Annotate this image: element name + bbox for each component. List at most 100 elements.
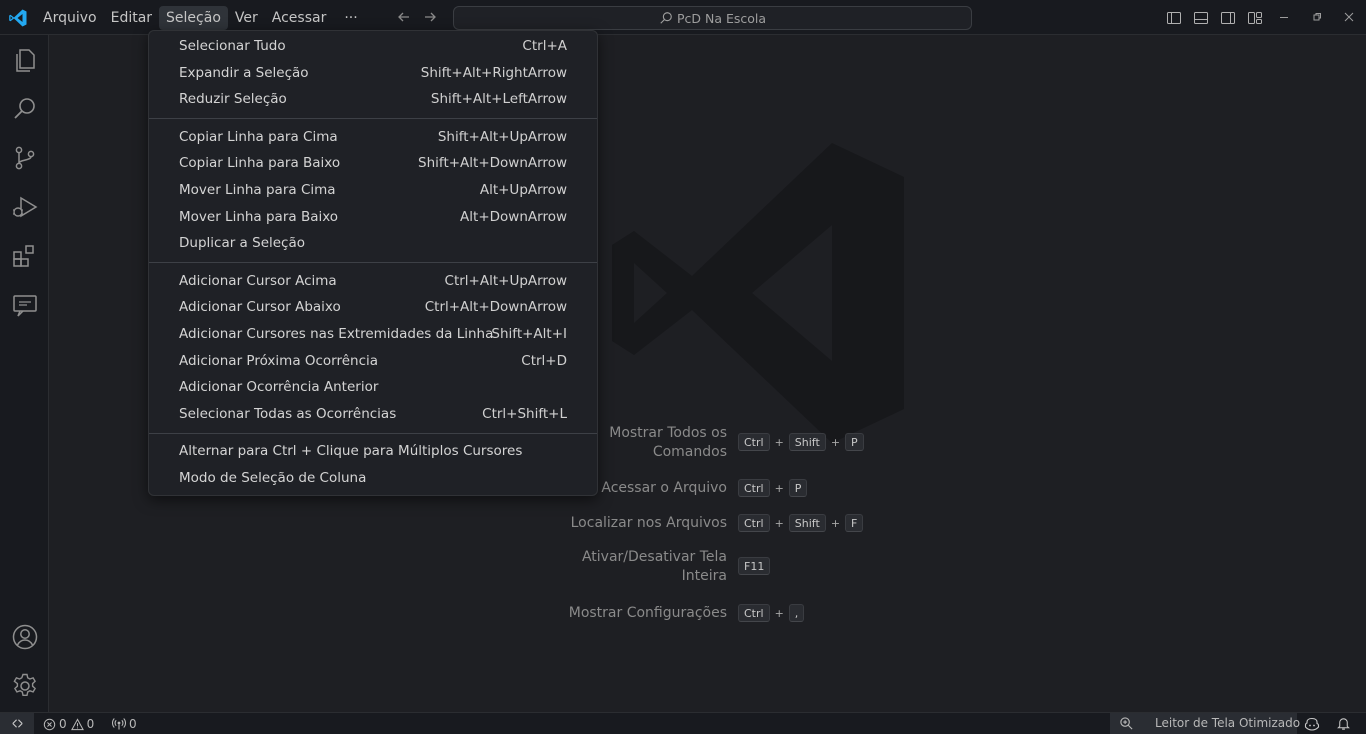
search-icon bbox=[660, 12, 672, 24]
menu-item-shortcut: Ctrl+A bbox=[522, 38, 567, 54]
toggle-panel-icon[interactable] bbox=[1193, 10, 1209, 26]
keyboard-key: F bbox=[845, 514, 864, 532]
key-separator: + bbox=[830, 516, 841, 530]
menu-view[interactable]: Ver bbox=[228, 6, 265, 30]
keyboard-key: , bbox=[788, 604, 805, 622]
menu-item[interactable]: Copiar Linha para Baixo Shift+Alt+DownArr… bbox=[149, 151, 597, 177]
menu-item-label: Duplicar a Seleção bbox=[179, 235, 306, 252]
minimize-icon[interactable] bbox=[1276, 9, 1292, 25]
toggle-primary-sidebar-icon[interactable] bbox=[1166, 10, 1182, 26]
menu-item[interactable]: Duplicar a Seleção bbox=[149, 231, 597, 257]
menu-item[interactable]: Selecionar Tudo Ctrl+A bbox=[149, 34, 597, 60]
key-separator: + bbox=[774, 606, 784, 620]
shortcut-label-line: Ativar/Desativar Tela bbox=[581, 549, 727, 565]
menu-separator bbox=[149, 262, 597, 264]
menu-item-label: Adicionar Cursor Abaixo bbox=[179, 299, 341, 316]
close-icon[interactable] bbox=[1341, 9, 1357, 25]
menu-separator bbox=[149, 432, 597, 434]
explorer-icon[interactable] bbox=[11, 46, 39, 74]
menu-item-shortcut: Shift+Alt+LeftArrow bbox=[430, 91, 567, 108]
settings-gear-icon[interactable] bbox=[11, 672, 39, 700]
shortcut-keys: Ctrl + Shift + P bbox=[738, 433, 864, 451]
menu-item-label: Modo de Seleção de Coluna bbox=[179, 470, 367, 486]
menu-item[interactable]: Reduzir Seleção Shift+Alt+LeftArrow bbox=[149, 87, 597, 113]
menu-item[interactable]: Mover Linha para Baixo Alt+DownArrow bbox=[149, 205, 597, 231]
menu-separator bbox=[149, 118, 597, 120]
menu-item[interactable]: Mover Linha para Cima Alt+UpArrow bbox=[149, 178, 597, 204]
shortcut-label: Localizar nos Arquivos bbox=[527, 514, 727, 533]
activity-bar bbox=[0, 35, 49, 712]
menu-item-label: Adicionar Cursor Acima bbox=[179, 272, 337, 289]
vscode-logo-icon bbox=[9, 9, 27, 27]
menu-item-label: Copiar Linha para Baixo bbox=[179, 155, 341, 172]
menu-item[interactable]: Copiar Linha para Cima Shift+Alt+UpArrow bbox=[149, 125, 597, 151]
shortcut-label: Mostrar Configurações bbox=[527, 604, 727, 623]
menu-more[interactable]: ··· bbox=[337, 6, 364, 30]
shortcut-keys: F11 bbox=[738, 557, 771, 575]
shortcut-label-line: Localizar nos Arquivos bbox=[570, 515, 727, 531]
remote-icon bbox=[12, 719, 23, 728]
menu-item-label: Selecionar Todas as Ocorrências bbox=[179, 406, 397, 423]
menu-item-shortcut: Shift+Alt+DownArrow bbox=[418, 155, 567, 172]
source-control-icon[interactable] bbox=[11, 144, 39, 172]
menu-item[interactable]: Adicionar Cursor Abaixo Ctrl+Alt+DownArro… bbox=[149, 295, 597, 321]
menu-item-label: Copiar Linha para Cima bbox=[179, 128, 338, 145]
search-icon[interactable] bbox=[11, 95, 39, 123]
menu-item[interactable]: Alternar para Ctrl + Clique para Múltipl… bbox=[149, 439, 597, 465]
menu-item[interactable]: Selecionar Todas as Ocorrências Ctrl+Shif… bbox=[149, 402, 597, 428]
menu-item-label: Reduzir Seleção bbox=[179, 91, 287, 108]
menu-item[interactable]: Adicionar Próxima Ocorrência Ctrl+D bbox=[149, 349, 597, 375]
copilot-icon[interactable] bbox=[1304, 716, 1320, 732]
keyboard-key: Ctrl bbox=[738, 433, 770, 451]
command-center-search[interactable]: PcD Na Escola bbox=[453, 6, 972, 30]
shortcut-label: Ativar/Desativar Tela Inteira bbox=[527, 548, 727, 586]
keyboard-key: Shift bbox=[788, 433, 826, 451]
menu-item[interactable]: Adicionar Cursores nas Extremidades da L… bbox=[149, 322, 597, 348]
accounts-icon[interactable] bbox=[11, 623, 39, 651]
remote-explorer-icon[interactable] bbox=[11, 291, 39, 319]
restore-icon[interactable] bbox=[1309, 9, 1325, 25]
menu-bar: Arquivo Editar Seleção Ver Acessar ··· bbox=[36, 6, 365, 30]
screen-reader-indicator[interactable]: Leitor de Tela Otimizado bbox=[1110, 713, 1301, 734]
back-arrow-icon[interactable] bbox=[396, 9, 412, 25]
problems-indicator[interactable]: 0 0 bbox=[43, 716, 94, 732]
menu-item[interactable]: Adicionar Cursor Acima Ctrl+Alt+UpArrow bbox=[149, 269, 597, 295]
menu-item-label: Adicionar Ocorrência Anterior bbox=[179, 379, 379, 396]
menu-go[interactable]: Acessar bbox=[265, 6, 334, 30]
forward-arrow-icon[interactable] bbox=[422, 9, 438, 25]
menu-item-label: Adicionar Cursores nas Extremidades da L… bbox=[179, 326, 494, 342]
menu-item-label: Mover Linha para Baixo bbox=[179, 208, 339, 225]
selection-menu: Selecionar Tudo Ctrl+A Expandir a Seleção S… bbox=[148, 30, 598, 496]
menu-file[interactable]: Arquivo bbox=[36, 6, 104, 30]
run-and-debug-icon[interactable] bbox=[11, 193, 39, 221]
key-separator: + bbox=[774, 435, 784, 449]
extensions-icon[interactable] bbox=[11, 242, 39, 270]
status-bar: 0 0 0 Leitor de Tela Otimizado bbox=[0, 712, 1366, 734]
key-separator: + bbox=[774, 481, 784, 495]
menu-selection[interactable]: Seleção bbox=[159, 6, 228, 30]
shortcut-keys: Ctrl +, bbox=[738, 604, 805, 622]
menu-item-label: Selecionar Tudo bbox=[179, 38, 286, 54]
keyboard-key: P bbox=[845, 433, 864, 451]
warning-icon bbox=[70, 717, 84, 730]
remote-indicator[interactable] bbox=[0, 713, 34, 734]
menu-item-shortcut: Alt+DownArrow bbox=[460, 208, 567, 225]
key-separator: + bbox=[830, 435, 841, 449]
menu-item-shortcut: Shift+Alt+UpArrow bbox=[437, 128, 567, 145]
menu-item[interactable]: Expandir a Seleção Shift+Alt+RightArrow bbox=[149, 61, 597, 87]
customize-layout-icon[interactable] bbox=[1247, 10, 1263, 26]
menu-item-shortcut: Shift+Alt+I bbox=[491, 326, 567, 342]
notifications-bell-icon[interactable] bbox=[1336, 716, 1351, 731]
menu-item-shortcut: Ctrl+D bbox=[521, 352, 567, 369]
menu-item[interactable]: Modo de Seleção de Coluna bbox=[149, 466, 597, 492]
vscode-watermark-icon bbox=[612, 143, 904, 443]
menu-item-label: Mover Linha para Cima bbox=[179, 182, 336, 198]
broadcast-icon bbox=[112, 718, 126, 730]
key-separator: + bbox=[774, 516, 784, 530]
toggle-secondary-sidebar-icon[interactable] bbox=[1220, 10, 1236, 26]
menu-item[interactable]: Adicionar Ocorrência Anterior bbox=[149, 375, 597, 401]
screen-reader-label: Leitor de Tela Otimizado bbox=[1155, 716, 1301, 730]
ports-indicator[interactable]: 0 bbox=[112, 716, 137, 732]
menu-edit[interactable]: Editar bbox=[104, 6, 159, 30]
menu-item-shortcut: Ctrl+Shift+L bbox=[482, 406, 567, 423]
